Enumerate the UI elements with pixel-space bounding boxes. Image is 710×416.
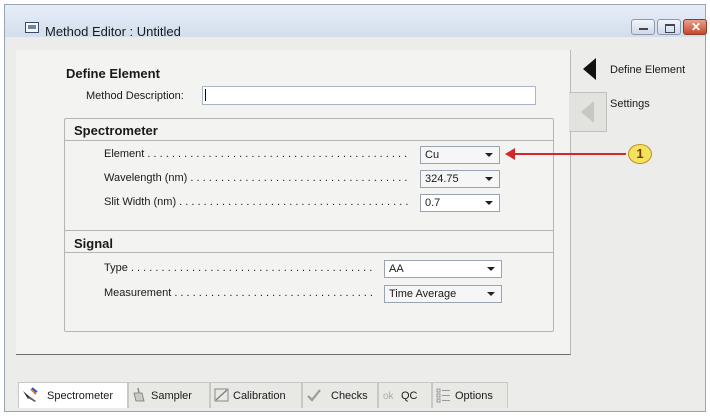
- title-bar: Method Editor : Untitled: [5, 5, 707, 39]
- measurement-select[interactable]: Time Average: [384, 285, 502, 303]
- method-description-input[interactable]: [202, 86, 536, 105]
- signal-group: [64, 230, 554, 332]
- chevron-down-icon: [485, 177, 493, 181]
- checks-icon: [307, 389, 321, 402]
- annotation-arrow-head: [505, 148, 515, 160]
- tab-spectrometer[interactable]: Spectrometer: [18, 382, 128, 408]
- calibration-icon: [214, 388, 229, 402]
- define-element-heading: Define Element: [66, 66, 160, 81]
- annotation-callout: 1: [628, 144, 652, 164]
- tab-sampler[interactable]: Sampler: [128, 382, 210, 408]
- minimize-button[interactable]: [631, 19, 655, 35]
- svg-text:ok: ok: [383, 391, 395, 402]
- spectrometer-group-title: Spectrometer: [74, 123, 158, 138]
- spectrometer-icon: [23, 387, 38, 402]
- slit-width-select[interactable]: 0.7: [420, 194, 500, 212]
- window-icon: [25, 22, 39, 33]
- type-select[interactable]: AA: [384, 260, 502, 278]
- chevron-down-icon: [487, 267, 495, 271]
- chevron-down-icon: [485, 201, 493, 205]
- method-description-label: Method Description:: [86, 90, 184, 102]
- signal-group-title: Signal: [74, 236, 114, 251]
- chevron-down-icon: [487, 292, 495, 296]
- measurement-label: Measurement . . . . . . . . . . . . . . …: [104, 287, 376, 299]
- side-tab-define-element-label: Define Element: [610, 64, 686, 76]
- tab-qc[interactable]: ok QC: [378, 382, 432, 408]
- annotation-arrow-line: [512, 153, 626, 155]
- tab-options[interactable]: Options: [432, 382, 508, 408]
- side-tab-settings-label: Settings: [610, 98, 650, 110]
- tab-arrow-icon: [581, 101, 594, 123]
- qc-icon: ok: [383, 391, 395, 402]
- tab-arrow-icon: [583, 58, 596, 80]
- chevron-down-icon: [485, 153, 493, 157]
- options-icon: [436, 388, 450, 403]
- tab-checks[interactable]: Checks: [302, 382, 378, 408]
- element-select[interactable]: Cu: [420, 146, 500, 164]
- close-button[interactable]: [683, 19, 707, 35]
- text-cursor: [205, 89, 206, 101]
- spectrometer-group-divider: [64, 140, 554, 141]
- side-tab-settings[interactable]: [569, 92, 607, 132]
- window-title: Method Editor : Untitled: [45, 24, 181, 39]
- tab-calibration[interactable]: Calibration: [210, 382, 302, 408]
- wavelength-select[interactable]: 324.75: [420, 170, 500, 188]
- maximize-button[interactable]: [657, 19, 681, 35]
- signal-group-divider: [64, 252, 554, 253]
- type-label: Type . . . . . . . . . . . . . . . . . .…: [104, 262, 376, 274]
- wavelength-label: Wavelength (nm) . . . . . . . . . . . . …: [104, 172, 410, 184]
- element-label: Element . . . . . . . . . . . . . . . . …: [104, 148, 410, 160]
- sampler-icon: [133, 387, 145, 402]
- slit-width-label: Slit Width (nm) . . . . . . . . . . . . …: [104, 196, 410, 208]
